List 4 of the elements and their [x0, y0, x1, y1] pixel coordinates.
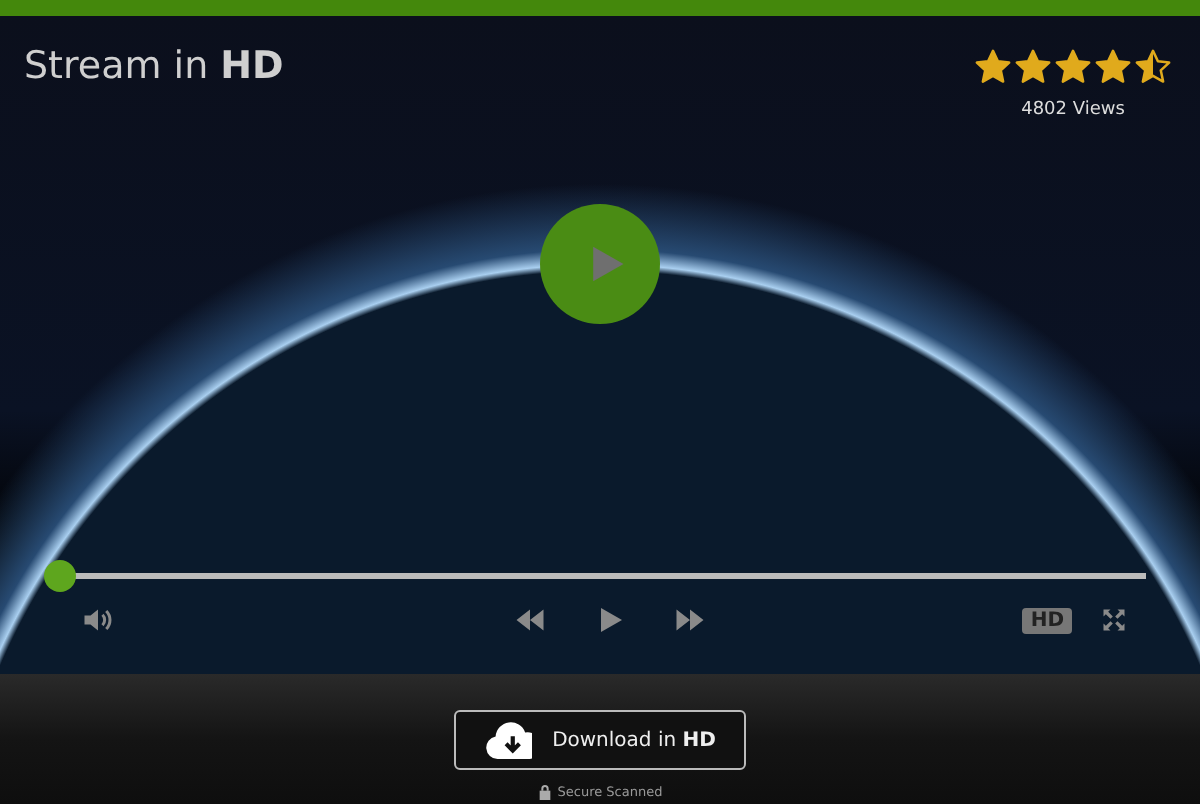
video-title: Stream in HD [24, 44, 284, 92]
view-count: 4802 Views [1021, 100, 1125, 120]
download-button[interactable]: Download in HD [454, 710, 746, 770]
quality-badge[interactable]: HD [1022, 607, 1072, 633]
